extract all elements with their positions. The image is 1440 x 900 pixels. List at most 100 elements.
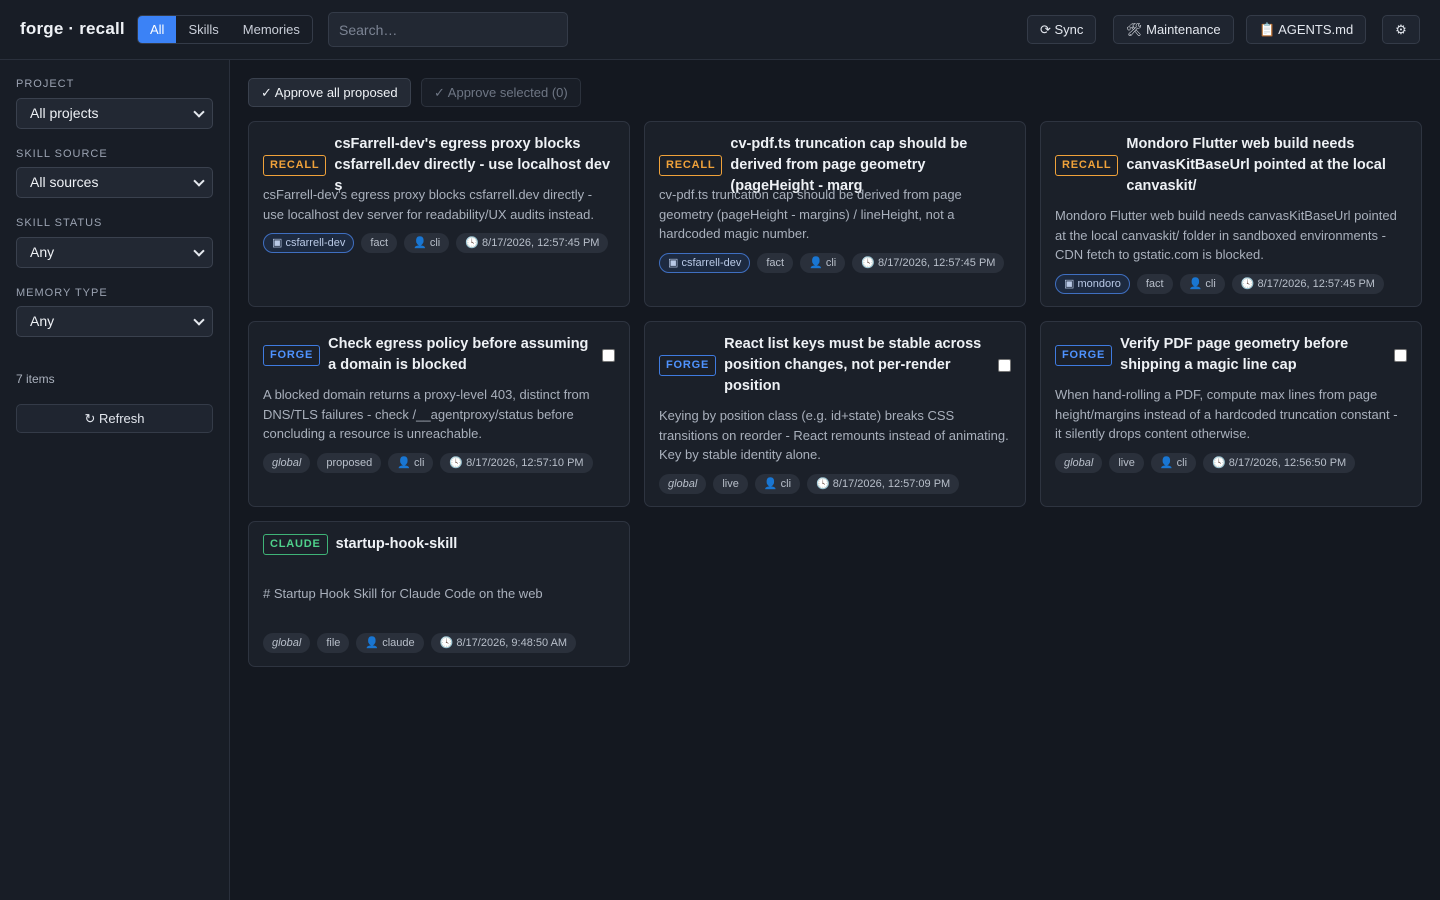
tab-all[interactable]: All [138, 16, 177, 43]
skill-status-select[interactable]: Any [16, 237, 213, 268]
user-icon: 👤 [397, 457, 411, 469]
tab-skills[interactable]: Skills [176, 16, 230, 43]
user-tag: 👤 cli [404, 233, 450, 253]
skill-source-value: All sources [30, 174, 99, 190]
status-tag: live [713, 474, 748, 494]
card-title: React list keys must be stable across po… [724, 336, 982, 394]
clock-icon: 🕓 [861, 257, 875, 269]
status-tag: proposed [317, 453, 382, 473]
clock-icon: 🕓 [1240, 278, 1255, 290]
skill-card[interactable]: FORGE Check egress policy before assumin… [248, 321, 630, 507]
clock-icon: 🕓 [439, 637, 454, 649]
agents-md-button[interactable]: 📋 AGENTS.md [1246, 15, 1367, 44]
user-tag-label: cli [825, 257, 837, 269]
skill-card[interactable]: CLAUDE startup-hook-skill # Startup Hook… [248, 521, 630, 667]
user-tag: 👤 cli [754, 474, 801, 494]
user-icon: 👤 [809, 257, 823, 269]
memory-type-label: MEMORY TYPE [16, 287, 108, 299]
card-title: Verify PDF page geometry before shipping… [1120, 336, 1349, 373]
skill-status-value: Any [30, 244, 55, 260]
time-tag-label: 8/17/2026, 12:57:10 PM [466, 457, 584, 469]
type-tag: file [317, 633, 350, 653]
select-checkbox[interactable] [602, 348, 615, 362]
user-tag-label: cli [429, 237, 441, 249]
card-title: Mondoro Flutter web build needs canvasKi… [1126, 136, 1386, 194]
card-tags: global live 👤 cli 🕓 8/17/2026, 12:57:09 … [659, 474, 1011, 494]
memory-card[interactable]: RECALL cv-pdf.ts truncation cap should b… [644, 121, 1026, 307]
project-select[interactable]: All projects [16, 98, 213, 129]
project-tag[interactable]: ▣ csfarrell-dev [659, 253, 751, 273]
user-tag-label: cli [1205, 278, 1216, 290]
skill-card[interactable]: FORGE React list keys must be stable acr… [644, 321, 1026, 507]
type-tag: fact [757, 253, 794, 273]
select-checkbox[interactable] [998, 359, 1011, 372]
maintenance-button[interactable]: 🛠 Maintenance [1113, 15, 1234, 44]
card-body: cv-pdf.ts truncation cap should be deriv… [659, 187, 962, 241]
time-tag: 🕓 8/17/2026, 12:57:45 PM [1231, 274, 1384, 294]
skill-card[interactable]: FORGE Verify PDF page geometry before sh… [1040, 321, 1422, 507]
memory-type-value: Any [30, 313, 55, 329]
source-badge: RECALL [263, 155, 327, 176]
memory-card[interactable]: RECALL csFarrell-dev's egress proxy bloc… [248, 121, 630, 307]
project-select-value: All projects [30, 105, 99, 121]
chevron-down-icon [193, 244, 205, 257]
app-title: forge · recall [20, 19, 125, 38]
clock-icon: 🕓 [449, 457, 464, 469]
clock-icon: 🕓 [465, 237, 479, 249]
tab-memories[interactable]: Memories [231, 16, 312, 43]
clock-icon: 🕓 [1212, 457, 1226, 469]
memory-card[interactable]: RECALL Mondoro Flutter web build needs c… [1040, 121, 1422, 307]
card-tags: global live 👤 cli 🕓 8/17/2026, 12:56:50 … [1055, 453, 1407, 473]
card-body: Keying by position class (e.g. id+state)… [659, 408, 1009, 462]
card-body: Mondoro Flutter web build needs canvasKi… [1055, 208, 1397, 262]
skill-source-select[interactable]: All sources [16, 167, 213, 198]
time-tag: 🕓 8/17/2026, 12:56:50 PM [1203, 453, 1356, 473]
project-tag[interactable]: ▣ mondoro [1055, 274, 1130, 294]
user-tag: 👤 cli [1179, 274, 1225, 294]
memory-type-select[interactable]: Any [16, 306, 213, 337]
time-tag-label: 8/17/2026, 12:57:45 PM [482, 237, 600, 249]
scope-tag: global [659, 474, 707, 494]
user-tag-label: cli [414, 457, 425, 469]
time-tag: 🕓 8/17/2026, 12:57:09 PM [807, 474, 960, 494]
search-input[interactable] [328, 12, 568, 47]
status-tag: live [1109, 453, 1144, 473]
skill-status-label: SKILL STATUS [16, 217, 103, 229]
user-icon: 👤 [1159, 457, 1174, 469]
approve-all-button[interactable]: ✓ Approve all proposed [248, 78, 411, 107]
clock-icon: 🕓 [816, 478, 830, 490]
chevron-down-icon [193, 313, 205, 326]
source-badge: FORGE [659, 355, 717, 376]
card-body: # Startup Hook Skill for Claude Code on … [263, 586, 543, 601]
user-tag: 👤 cli [800, 253, 846, 273]
items-count: 7 items [16, 372, 55, 386]
time-tag: 🕓 8/17/2026, 12:57:10 PM [440, 453, 593, 473]
source-badge: FORGE [263, 344, 321, 366]
type-tag: fact [1136, 274, 1173, 294]
user-tag-label: cli [780, 478, 792, 490]
gear-icon: ⚙ [1395, 22, 1407, 37]
sync-button[interactable]: ⟳ Sync [1027, 15, 1097, 44]
source-badge: RECALL [659, 155, 723, 176]
select-checkbox[interactable] [1394, 348, 1407, 362]
card-body: csFarrell-dev's egress proxy blocks csfa… [263, 187, 594, 222]
card-tags: ▣ mondoro fact 👤 cli 🕓 8/17/2026, 12:57:… [1055, 274, 1407, 294]
project-tag[interactable]: ▣ csfarrell-dev [263, 233, 355, 253]
time-tag-label: 8/17/2026, 12:56:50 PM [1228, 457, 1347, 469]
chevron-down-icon [193, 174, 205, 187]
scope-tag: global [1055, 453, 1103, 473]
source-badge: FORGE [1055, 344, 1113, 366]
approve-selected-button[interactable]: ✓ Approve selected (0) [421, 78, 581, 107]
scope-tag: global [263, 453, 311, 473]
sidebar: PROJECT All projects SKILL SOURCE All so… [0, 60, 230, 900]
card-tags: ▣ csfarrell-dev fact 👤 cli 🕓 8/17/2026, … [659, 253, 1011, 273]
skill-source-label: SKILL SOURCE [16, 148, 108, 160]
source-badge: CLAUDE [263, 534, 328, 555]
settings-button[interactable]: ⚙ [1382, 15, 1420, 44]
refresh-button[interactable]: ↻ Refresh [16, 404, 213, 433]
user-icon: 👤 [763, 478, 778, 490]
user-tag: 👤 claude [356, 633, 424, 653]
time-tag-label: 8/17/2026, 12:57:45 PM [878, 257, 996, 269]
user-icon: 👤 [365, 637, 380, 649]
time-tag-label: 8/17/2026, 12:57:09 PM [832, 478, 951, 490]
